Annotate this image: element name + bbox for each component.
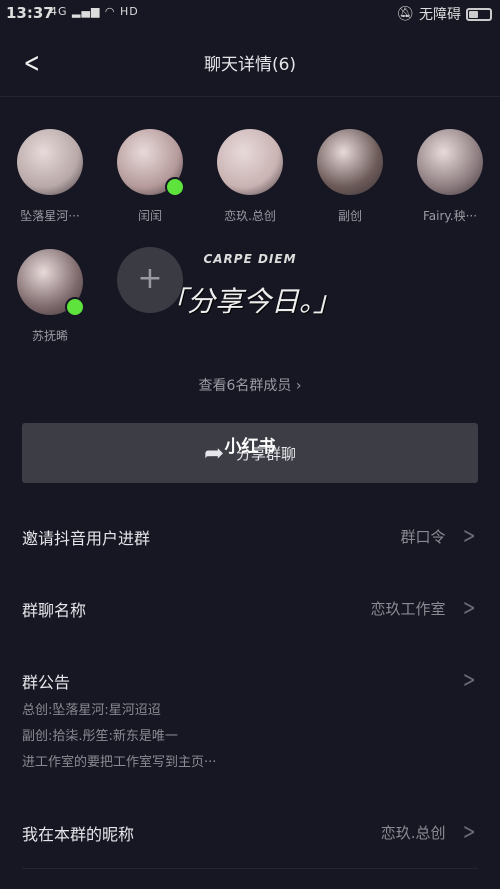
online-indicator bbox=[165, 177, 185, 197]
battery-icon bbox=[466, 7, 492, 21]
member-name: Fairy.秧··· bbox=[422, 209, 478, 223]
status-time: 13:37 bbox=[6, 4, 54, 22]
divider bbox=[0, 96, 500, 97]
member-name: 闰闰 bbox=[137, 209, 162, 223]
chevron-right-icon: > bbox=[462, 596, 476, 621]
divider bbox=[22, 868, 478, 869]
member-item[interactable]: 副创 bbox=[300, 129, 400, 224]
member-name: 副创 bbox=[337, 209, 362, 223]
avatar bbox=[417, 129, 483, 195]
chevron-right-icon: > bbox=[462, 668, 476, 693]
group-name-row[interactable]: 群聊名称 恋玖工作室 > bbox=[22, 596, 478, 621]
group-notice-content: 总创:坠落星河:星河迢迢 副创:拾柒.彤笙:新东是唯一 进工作室的要把工作室写到… bbox=[22, 703, 217, 770]
status-bar: 13:37 4G ▂▄▆ ◠ HD 🔕︎ 无障碍 bbox=[0, 0, 500, 26]
member-item[interactable]: Fairy.秧··· bbox=[400, 129, 500, 224]
my-nickname-row[interactable]: 我在本群的昵称 恋玖.总创 > bbox=[22, 820, 478, 845]
member-item[interactable]: 恋玖.总创 bbox=[200, 129, 300, 224]
page-title: 聊天详情(6) bbox=[203, 55, 297, 75]
invite-row[interactable]: 邀请抖音用户进群 群口令 > bbox=[22, 524, 478, 549]
member-item[interactable]: 坠落星河··· bbox=[0, 129, 100, 224]
member-name: 恋玖.总创 bbox=[224, 209, 276, 223]
chevron-right-icon: > bbox=[462, 820, 476, 845]
avatar bbox=[17, 129, 83, 195]
group-notice-row[interactable]: 群公告 > bbox=[22, 668, 478, 693]
chevron-right-icon: › bbox=[295, 378, 302, 394]
member-item[interactable]: 闰闰 bbox=[100, 129, 200, 224]
chevron-right-icon: > bbox=[462, 524, 476, 549]
avatar bbox=[217, 129, 283, 195]
signal-icon: 4G ▂▄▆ ◠ HD bbox=[50, 5, 139, 18]
avatar bbox=[317, 129, 383, 195]
watermark-logo: 小红书 bbox=[224, 437, 276, 457]
view-members-link[interactable]: 查看6名群成员 › bbox=[0, 375, 500, 395]
accessibility-label: 无障碍 bbox=[419, 7, 461, 23]
bell-off-icon: 🔕︎ bbox=[396, 6, 414, 22]
watermark-text: 「分享今日。」 bbox=[158, 285, 341, 318]
watermark-caption: CARPE DIEM bbox=[203, 252, 297, 266]
member-name: 坠落星河··· bbox=[20, 209, 80, 223]
avatar bbox=[117, 129, 185, 197]
member-name: 苏抚晞 bbox=[31, 329, 68, 343]
